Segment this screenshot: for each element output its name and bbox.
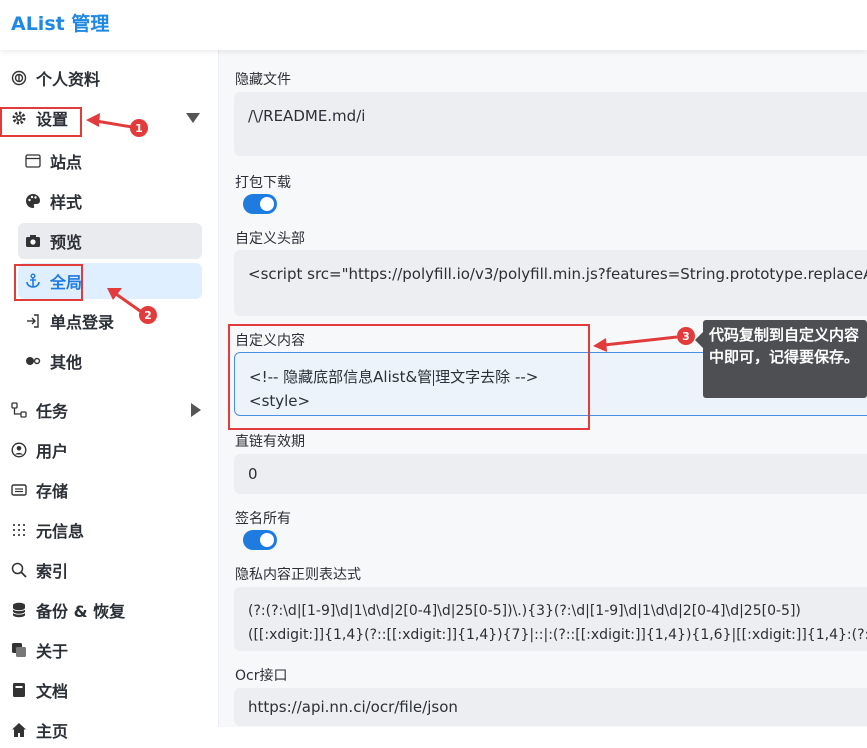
sidebar-item-docs[interactable]: 文档 (10, 672, 68, 708)
privacy-regs-textarea[interactable]: (?:(?:\d|[1-9]\d|1\d\d|2[0-4]\d|25[0-5])… (234, 587, 867, 651)
sidebar-item-label: 预览 (50, 233, 83, 252)
sidebar-item-other[interactable]: 其他 (18, 343, 202, 379)
sign-all-label: 签名所有 (235, 511, 291, 527)
custom-head-textarea[interactable]: <script src="https://polyfill.io/v3/poly… (234, 250, 867, 316)
database-icon (10, 601, 28, 619)
search-icon (10, 561, 28, 579)
privacy-regs-line: ([[:xdigit:]]{1,4}(?::[[:xdigit:]]{1,4})… (248, 627, 867, 643)
sidebar-item-home[interactable]: 主页 (10, 712, 68, 748)
sidebar-item-label: 主页 (36, 722, 69, 741)
link-expiration-label: 直链有效期 (235, 434, 305, 450)
sidebar-item-index[interactable]: 索引 (10, 552, 68, 588)
package-download-label: 打包下载 (235, 175, 291, 191)
sidebar-item-label: 其他 (50, 353, 83, 372)
sidebar-item-storage[interactable]: 存储 (10, 472, 68, 508)
flow-icon (10, 401, 28, 419)
window-icon (24, 152, 42, 170)
copy-icon (10, 641, 28, 659)
sidebar-item-preview[interactable]: 预览 (18, 223, 202, 259)
sidebar-item-users[interactable]: 用户 (10, 432, 68, 468)
top-bar: AList 管理 (0, 0, 867, 50)
step-badge: 1 (130, 119, 148, 137)
fingerprint-icon (10, 69, 28, 87)
highlight-global (14, 264, 83, 301)
sidebar-item-label: 存储 (36, 482, 69, 501)
package-download-switch[interactable] (243, 194, 277, 214)
sign-all-switch[interactable] (243, 530, 277, 550)
hide-files-textarea[interactable]: /\/README.md/i (234, 92, 867, 156)
sidebar-item-label: 任务 (36, 402, 69, 421)
sidebar: 个人资料 设置 站点 样式 预览 全局 单点登录 其他 任务 用户 存储 元信息… (0, 50, 218, 741)
sign-in-icon (24, 312, 42, 330)
step-badge: 2 (139, 306, 157, 324)
palette-icon (24, 192, 42, 210)
toggle-icon (24, 352, 42, 370)
sidebar-item-label: 样式 (50, 193, 83, 212)
sidebar-item-label: 个人资料 (36, 70, 101, 89)
sidebar-item-label: 备份 & 恢复 (36, 602, 126, 621)
sidebar-item-label: 站点 (50, 153, 83, 172)
book-icon (10, 681, 28, 699)
custom-head-label: 自定义头部 (235, 231, 305, 247)
app-title[interactable]: AList 管理 (11, 9, 109, 36)
highlight-settings (0, 107, 82, 137)
sidebar-item-tasks[interactable]: 任务 (10, 392, 68, 428)
storage-icon (10, 481, 28, 499)
sidebar-item-about[interactable]: 关于 (10, 632, 68, 668)
chevron-down-icon[interactable] (186, 113, 200, 123)
grid-dots-icon (10, 521, 28, 539)
link-expiration-input[interactable]: 0 (234, 454, 867, 494)
instruction-tooltip: 代码复制到自定义内容中即可，记得要保存。 (695, 320, 867, 398)
sidebar-item-label: 单点登录 (50, 313, 115, 332)
sidebar-item-meta[interactable]: 元信息 (10, 512, 84, 548)
step-badge: 3 (677, 327, 695, 345)
sidebar-item-backup[interactable]: 备份 & 恢复 (10, 592, 125, 628)
sidebar-item-profile[interactable]: 个人资料 (10, 60, 100, 96)
home-icon (10, 721, 28, 739)
privacy-regs-label: 隐私内容正则表达式 (235, 567, 361, 583)
ocr-api-input[interactable]: https://api.nn.ci/ocr/file/json (234, 688, 867, 726)
chevron-right-icon[interactable] (191, 403, 201, 417)
sidebar-item-label: 元信息 (36, 522, 85, 541)
sidebar-item-label: 文档 (36, 682, 69, 701)
user-circle-icon (10, 441, 28, 459)
ocr-api-label: Ocr接口 (235, 668, 288, 684)
sidebar-item-label: 索引 (36, 562, 69, 581)
highlight-custom-body (228, 324, 590, 430)
privacy-regs-line: (?:(?:\d|[1-9]\d|1\d\d|2[0-4]\d|25[0-5])… (248, 603, 801, 619)
sidebar-item-label: 用户 (36, 442, 69, 461)
sidebar-item-site[interactable]: 站点 (18, 143, 202, 179)
sidebar-item-sso[interactable]: 单点登录 (18, 303, 202, 339)
camera-icon (24, 232, 42, 250)
hide-files-label: 隐藏文件 (235, 72, 291, 88)
sidebar-item-style[interactable]: 样式 (18, 183, 202, 219)
sidebar-item-label: 关于 (36, 642, 69, 661)
